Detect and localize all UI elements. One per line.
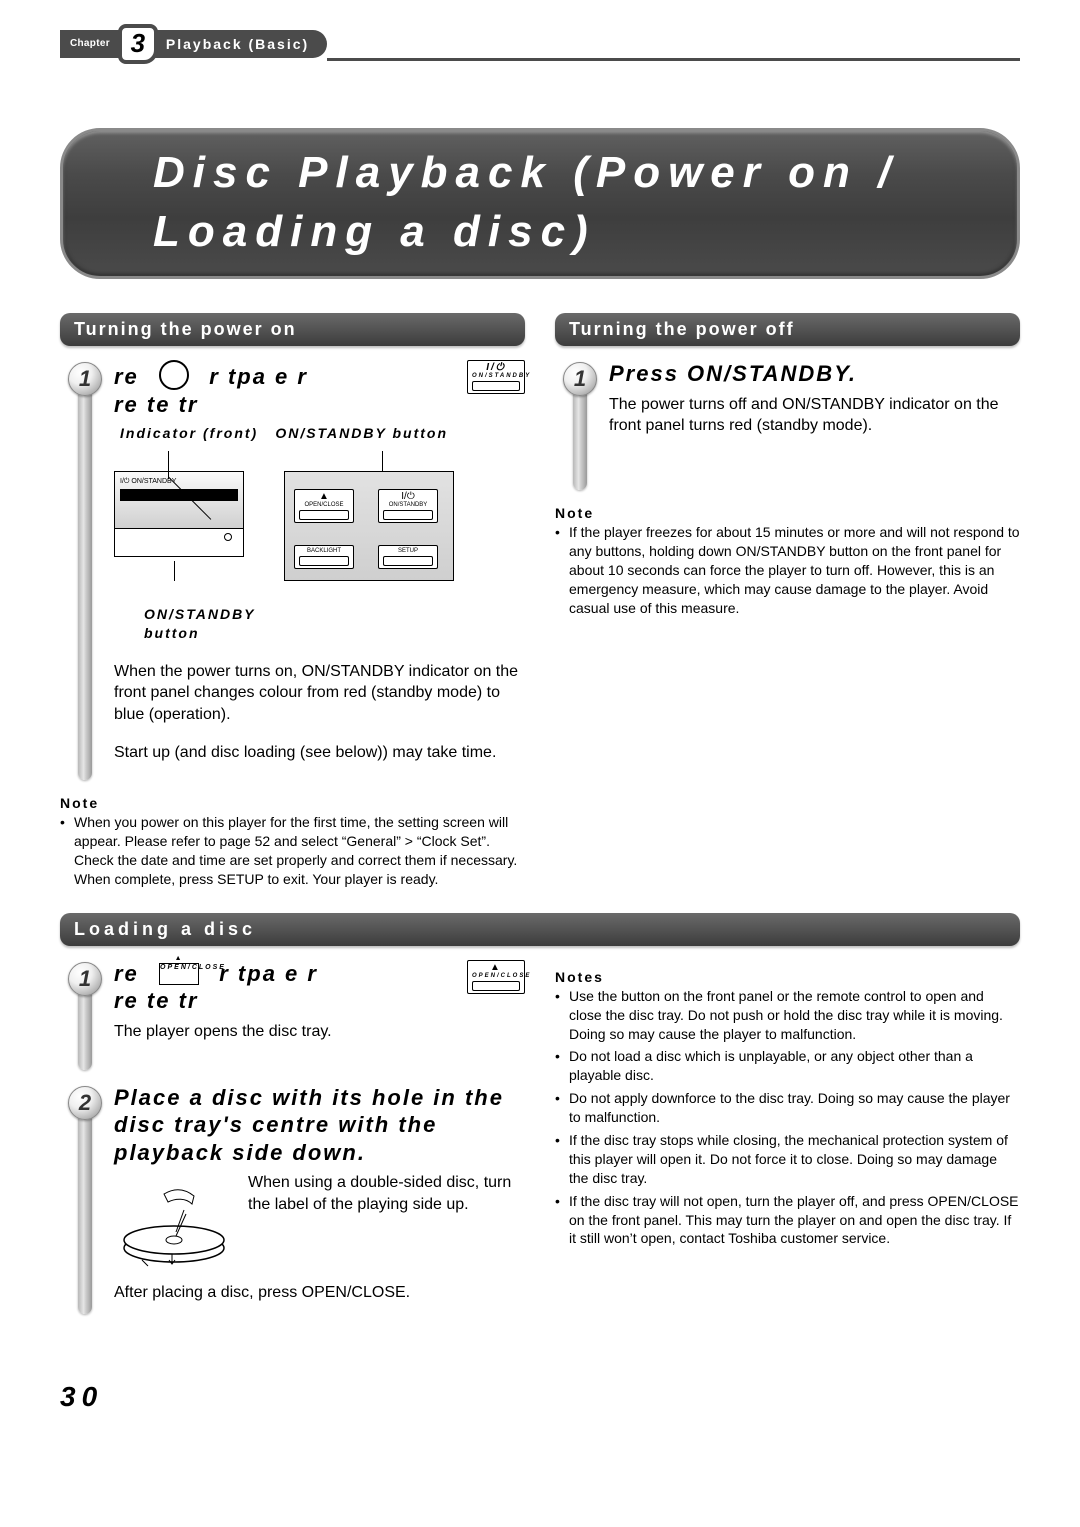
step-number: 1 [68, 362, 102, 396]
loading-left: 1 re ▲ OPEN/CLOSE r tpa e r Press OPEN/C… [60, 960, 525, 1328]
power-off-explain: The power turns off and ON/STANDBY indic… [609, 394, 1020, 437]
disc-illustration-row: When using a double-sided disc, turn the… [114, 1172, 525, 1270]
note-item: If the disc tray stops while closing, th… [555, 1131, 1020, 1188]
onstandby-label-2: ON/STANDBY [383, 502, 433, 508]
place-disc-title: Place a disc with its hole in the disc t… [114, 1085, 504, 1165]
open-tray-explain: The player opens the disc tray. [114, 1021, 525, 1043]
step-1-power-off: 1 Press ON/STANDBY. The power turns off … [555, 360, 1020, 490]
step-title: Place a disc with its hole in the disc t… [114, 1084, 525, 1167]
note-heading-left: Note [60, 794, 525, 813]
backlight-label: BACKLIGHT [299, 548, 349, 554]
page-title: Disc Playback (Power on / Loading a disc… [60, 128, 1020, 279]
power-off-title: Press ON/STANDBY. [609, 361, 857, 386]
note-list-loading: Use the button on the front panel or the… [555, 987, 1020, 1249]
note-item: If the player freezes for about 15 minut… [555, 523, 1020, 617]
chapter-divider [327, 58, 1020, 61]
diagram-top-labels: Indicator (front) ON/STANDBY button [114, 424, 454, 443]
chapter-tab: Chapter 3 Playback (Basic) [60, 30, 327, 58]
after-placing-explain: After placing a disc, press OPEN/CLOSE. [114, 1282, 525, 1304]
note-item: Do not apply downforce to the disc tray.… [555, 1089, 1020, 1127]
section-heading-loading: Loading a disc [60, 913, 1020, 946]
onstandby-button-label: ON/STANDBY button [275, 424, 448, 443]
onstandby-label: ON/STANDBY [472, 373, 520, 379]
step-1-power-on: 1 re Press ON/STANDBY on the front panel… [60, 360, 525, 780]
two-column-layout: Turning the power on 1 re Press ON/STAND… [60, 313, 1020, 893]
chapter-number: 3 [118, 24, 158, 64]
page-number: 30 [60, 1378, 1020, 1416]
step-bar [78, 388, 92, 780]
double-sided-explain: When using a double-sided disc, turn the… [248, 1172, 525, 1215]
section-heading-power-off: Turning the power off [555, 313, 1020, 346]
note-item: Use the button on the front panel or the… [555, 987, 1020, 1044]
step-title: Press ON/STANDBY. [609, 360, 1020, 388]
step-title-line2: re te tron the remote control. [114, 392, 198, 417]
disc-illustration [114, 1180, 234, 1270]
indicator-front-label: Indicator (front) [120, 424, 258, 443]
power-on-explain-1: When the power turns on, ON/STANDBY indi… [114, 661, 525, 726]
power-sym: I/⏻ [472, 363, 520, 373]
onstandby-bottom-label: ON/STANDBY button [114, 605, 314, 643]
right-column: Turning the power off 1 Press ON/STANDBY… [555, 313, 1020, 893]
loading-step-2: 2 Place a disc with its hole in the disc… [60, 1084, 525, 1314]
remote-key-openclose: ▲ OPEN/CLOSE [467, 960, 525, 994]
step-bar [78, 1112, 92, 1314]
note-heading-loading: Notes [555, 968, 1020, 987]
step-title: re ▲ OPEN/CLOSE r tpa e r Press OPEN/CLO… [114, 960, 525, 1015]
section-heading-power-on: Turning the power on [60, 313, 525, 346]
step-bar [78, 988, 92, 1070]
chapter-title: Playback (Basic) [166, 35, 309, 54]
power-sym-2: I/⏻ [383, 492, 433, 502]
front-panel-diagram: I/⏻ ON/STANDBY ▲ OPEN/CLOSE [114, 453, 454, 593]
step-number: 1 [68, 962, 102, 996]
chapter-header-row: Chapter 3 Playback (Basic) [60, 30, 1020, 88]
step-bar [573, 388, 587, 490]
note-list-left: When you power on this player for the fi… [60, 813, 525, 889]
eject-icon: ▲ [472, 963, 520, 973]
note-list-right: If the player freezes for about 15 minut… [555, 523, 1020, 617]
loading-columns: 1 re ▲ OPEN/CLOSE r tpa e r Press OPEN/C… [60, 960, 1020, 1328]
step-number: 1 [563, 362, 597, 396]
chapter-label: Chapter [70, 37, 110, 51]
step-title-line1: re Press ON/STANDBY on the front panel o… [114, 364, 308, 389]
open-close-front-icon: ▲ OPEN/CLOSE [159, 963, 199, 985]
step-number: 2 [68, 1086, 102, 1120]
power-circle-icon [159, 360, 189, 390]
note-item: If the disc tray will not open, turn the… [555, 1192, 1020, 1249]
open-close-label: OPEN/CLOSE [472, 973, 520, 979]
remote-key-onstandby: I/⏻ ON/STANDBY [467, 360, 525, 394]
note-item: When you power on this player for the fi… [60, 813, 525, 889]
step-title: re Press ON/STANDBY on the front panel o… [114, 360, 525, 418]
note-item: Do not load a disc which is unplayable, … [555, 1047, 1020, 1085]
loading-right: Notes Use the button on the front panel … [555, 960, 1020, 1328]
note-heading-right: Note [555, 504, 1020, 523]
power-on-explain-2: Start up (and disc loading (see below)) … [114, 742, 525, 764]
setup-label: SETUP [383, 548, 433, 554]
open-close-label: OPEN/CLOSE [299, 502, 349, 508]
loading-step-1: 1 re ▲ OPEN/CLOSE r tpa e r Press OPEN/C… [60, 960, 525, 1070]
manual-page: Chapter 3 Playback (Basic) Disc Playback… [0, 0, 1080, 1456]
left-column: Turning the power on 1 re Press ON/STAND… [60, 313, 525, 893]
